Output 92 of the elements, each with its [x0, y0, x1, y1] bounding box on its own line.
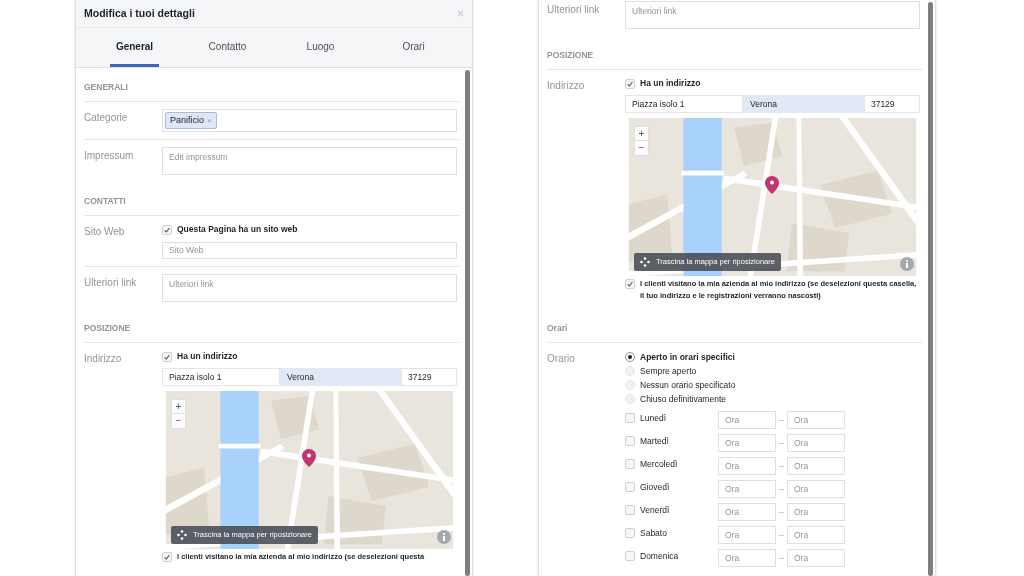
section-heading: CONTATTI — [84, 195, 126, 208]
tag-input[interactable]: Panificio × — [162, 109, 457, 132]
checkbox[interactable] — [625, 528, 635, 539]
field-label: Ulteriori link — [547, 3, 601, 17]
text-area[interactable]: Ulteriori link — [162, 274, 457, 302]
field-label: Orario — [547, 352, 576, 366]
radio-label: Aperto in orari specifici — [640, 350, 735, 364]
zoom-in-button[interactable]: + — [171, 399, 186, 414]
checkbox-label: Questa Pagina ha un sito web — [177, 223, 298, 236]
time-field[interactable]: Ora — [718, 457, 776, 475]
checkbox[interactable] — [625, 505, 635, 516]
day-label: Sabato — [640, 527, 667, 540]
close-button[interactable]: × — [457, 7, 464, 20]
field-label: Categorie — [84, 111, 129, 125]
day-label: Domenica — [640, 550, 679, 563]
tab[interactable]: Contatto — [202, 28, 253, 67]
dash-separator: – — [778, 460, 785, 472]
checkbox[interactable] — [625, 413, 635, 424]
time-field[interactable]: Ora — [718, 503, 776, 521]
time-field[interactable]: Ora — [718, 480, 776, 498]
field-label: Sito Web — [84, 225, 126, 239]
section-heading: GENERALI — [84, 81, 128, 94]
info-icon — [900, 257, 914, 271]
checkbox[interactable] — [625, 279, 635, 289]
move-icon — [177, 530, 187, 540]
tab[interactable]: Orari — [396, 28, 431, 67]
time-field[interactable]: Ora — [718, 526, 776, 544]
time-field[interactable]: Ora — [787, 434, 845, 452]
input-field[interactable]: Verona — [743, 95, 864, 113]
time-field[interactable]: Ora — [787, 526, 845, 544]
time-field[interactable]: Ora — [787, 457, 845, 475]
zoom-out-button[interactable]: − — [171, 414, 186, 429]
time-field[interactable]: Ora — [787, 503, 845, 521]
dash-separator: – — [778, 483, 785, 495]
time-field[interactable]: Ora — [718, 411, 776, 429]
zoom-in-button[interactable]: + — [634, 126, 649, 141]
dash-separator: – — [778, 437, 785, 449]
scrollbar-thumb[interactable] — [928, 2, 933, 576]
section-heading: POSIZIONE — [84, 322, 131, 335]
radio-label: Nessun orario specificato — [640, 378, 736, 392]
move-icon — [640, 257, 650, 267]
day-label: Lunedì — [640, 412, 666, 425]
dash-separator: – — [778, 552, 785, 564]
radio-label: Sempre aperto — [640, 364, 697, 378]
time-field[interactable]: Ora — [718, 434, 776, 452]
day-label: Martedì — [640, 435, 669, 448]
text-area[interactable]: Ulteriori link — [625, 1, 920, 29]
info-icon — [437, 530, 451, 544]
checkbox[interactable] — [625, 482, 635, 493]
input-field[interactable]: Verona — [280, 368, 401, 386]
input-field[interactable]: Piazza isolo 1 — [162, 368, 280, 386]
field-label: Impressum — [84, 149, 135, 163]
input-field[interactable]: Sito Web — [162, 242, 457, 259]
dash-separator: – — [778, 529, 785, 541]
section-heading: POSIZIONE — [547, 49, 594, 62]
time-field[interactable]: Ora — [787, 411, 845, 429]
checkbox[interactable] — [162, 224, 172, 235]
day-label: Giovedì — [640, 481, 670, 494]
day-label: Venerdì — [640, 504, 670, 517]
day-label: Mercoledì — [640, 458, 678, 471]
field-label: Ulteriori link — [84, 276, 138, 290]
checkbox[interactable] — [162, 552, 172, 562]
scrollbar-thumb[interactable] — [465, 70, 470, 576]
input-field[interactable]: 37129 — [400, 368, 457, 386]
category-tag[interactable]: Panificio × — [165, 112, 217, 129]
input-field[interactable]: 37129 — [863, 95, 920, 113]
time-field[interactable]: Ora — [718, 549, 776, 567]
time-field[interactable]: Ora — [787, 480, 845, 498]
dialog-title: Modifica i tuoi dettagli — [84, 5, 195, 21]
field-label: Indirizzo — [547, 79, 586, 93]
tab[interactable]: General — [109, 28, 160, 67]
checkbox-label: Ha un indirizzo — [640, 77, 701, 90]
radio-label: Chiuso definitivamente — [640, 392, 726, 406]
radio-button[interactable] — [625, 352, 635, 362]
input-field[interactable]: Piazza isolo 1 — [625, 95, 743, 113]
dash-separator: – — [778, 506, 785, 518]
zoom-out-button[interactable]: − — [634, 141, 649, 156]
remove-tag-button[interactable]: × — [207, 114, 212, 127]
tab[interactable]: Luogo — [300, 28, 341, 67]
checkbox[interactable] — [625, 459, 635, 470]
checkbox[interactable] — [625, 78, 635, 89]
checkbox[interactable] — [162, 351, 172, 362]
checkbox-label: Ha un indirizzo — [177, 350, 238, 363]
dash-separator: – — [778, 414, 785, 426]
text-area[interactable]: Edit impressum — [162, 147, 457, 175]
section-heading: Orari — [547, 322, 568, 335]
checkbox[interactable] — [625, 551, 635, 562]
checkbox[interactable] — [625, 436, 635, 447]
map-pin-icon — [765, 176, 780, 195]
field-label: Indirizzo — [84, 352, 123, 366]
map-pin-icon — [302, 449, 317, 468]
time-field[interactable]: Ora — [787, 549, 845, 567]
